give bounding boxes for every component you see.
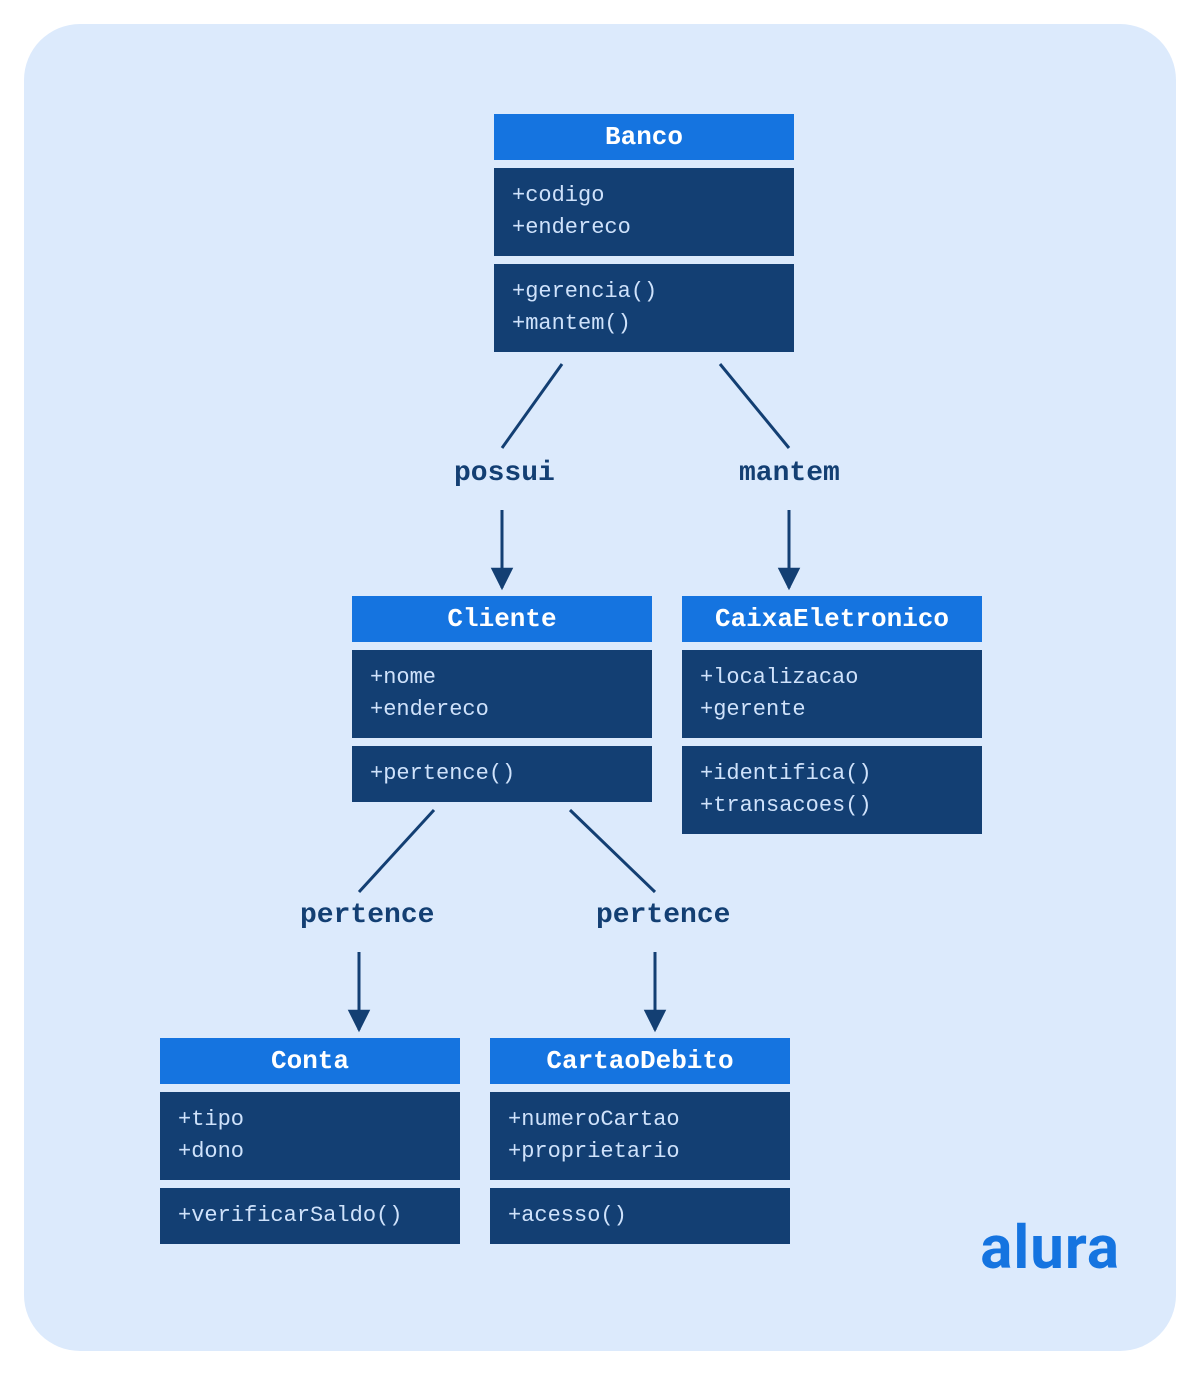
class-banco-title: Banco [494,114,794,160]
op: +verificarSaldo() [178,1200,442,1232]
class-caixa-attrs: +localizacao +gerente [682,650,982,738]
class-banco-attrs: +codigo +endereco [494,168,794,256]
class-conta-ops: +verificarSaldo() [160,1188,460,1244]
attr: +endereco [370,694,634,726]
rel-pertence1-label: pertence [300,900,434,931]
class-banco-ops: +gerencia() +mantem() [494,264,794,352]
attr: +numeroCartao [508,1104,772,1136]
attr: +proprietario [508,1136,772,1168]
class-cliente-attrs: +nome +endereco [352,650,652,738]
op: +transacoes() [700,790,964,822]
class-cliente: Cliente +nome +endereco +pertence() [352,596,652,802]
op: +identifica() [700,758,964,790]
attr: +dono [178,1136,442,1168]
rel-pertence2-label: pertence [596,900,730,931]
class-conta-attrs: +tipo +dono [160,1092,460,1180]
op: +gerencia() [512,276,776,308]
attr: +tipo [178,1104,442,1136]
op: +pertence() [370,758,634,790]
class-conta-title: Conta [160,1038,460,1084]
class-caixa: CaixaEletronico +localizacao +gerente +i… [682,596,982,834]
class-cartao-title: CartaoDebito [490,1038,790,1084]
attr: +endereco [512,212,776,244]
rel-mantem-label: mantem [739,458,840,489]
class-cliente-ops: +pertence() [352,746,652,802]
brand-logo: alura [980,1212,1120,1283]
op: +mantem() [512,308,776,340]
attr: +codigo [512,180,776,212]
op: +acesso() [508,1200,772,1232]
class-caixa-title: CaixaEletronico [682,596,982,642]
diagram-panel: possui mantem pertence pertence Banco +c… [24,24,1176,1351]
attr: +gerente [700,694,964,726]
attr: +nome [370,662,634,694]
attr: +localizacao [700,662,964,694]
class-cliente-title: Cliente [352,596,652,642]
class-conta: Conta +tipo +dono +verificarSaldo() [160,1038,460,1244]
class-caixa-ops: +identifica() +transacoes() [682,746,982,834]
class-cartao-ops: +acesso() [490,1188,790,1244]
rel-possui-label: possui [454,458,555,489]
class-cartao: CartaoDebito +numeroCartao +proprietario… [490,1038,790,1244]
class-banco: Banco +codigo +endereco +gerencia() +man… [494,114,794,352]
class-cartao-attrs: +numeroCartao +proprietario [490,1092,790,1180]
